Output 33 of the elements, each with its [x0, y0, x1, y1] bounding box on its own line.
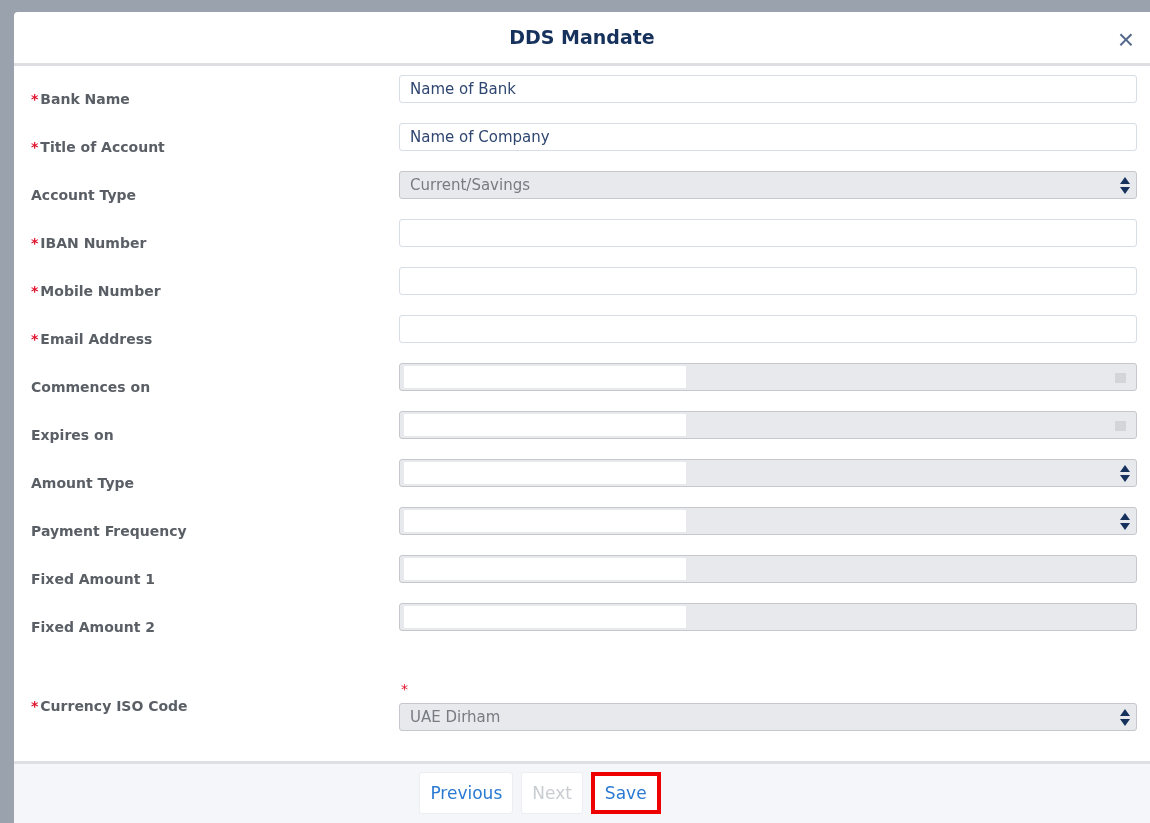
field-label: Bank Name: [40, 90, 130, 107]
footer-button[interactable]: Previous: [419, 772, 514, 815]
field-label: Payment Frequency: [31, 522, 187, 539]
field-label: Mobile Number: [40, 282, 161, 299]
required-mark: *: [31, 90, 39, 107]
field-label: Expires on: [31, 426, 114, 443]
spinner-arrows-icon: [1120, 176, 1130, 194]
spinner-arrows-icon: [1120, 512, 1130, 530]
input-field[interactable]: Name of Company: [399, 122, 1137, 151]
field-label: Fixed Amount 1: [31, 570, 156, 587]
field-label: Amount Type: [31, 474, 135, 491]
input-field[interactable]: [399, 218, 1137, 247]
highlighted-button[interactable]: Save: [590, 772, 661, 815]
spinner-arrows-icon: [1120, 464, 1130, 482]
field-label: Account Type: [31, 186, 137, 203]
field-label: Title of Account: [40, 138, 165, 155]
required-mark: *: [31, 330, 39, 347]
required-mark: *: [31, 234, 39, 251]
field-label: IBAN Number: [40, 234, 147, 251]
required-mark: *: [31, 138, 39, 155]
field-label: Fixed Amount 2: [31, 618, 156, 635]
input-field[interactable]: [399, 266, 1137, 295]
required-mark: *: [31, 697, 39, 714]
required-mark: *: [31, 282, 39, 299]
input-field[interactable]: [399, 314, 1137, 343]
input-field[interactable]: Name of Bank: [399, 74, 1137, 103]
spinner-arrows-icon: [1120, 708, 1130, 726]
field-label: Commences on: [31, 378, 151, 395]
field-label: Currency ISO Code: [40, 697, 188, 714]
field-label: Email Address: [40, 330, 153, 347]
close-button[interactable]: ×: [1113, 26, 1138, 54]
required-mark: *: [400, 680, 408, 699]
dialog-title: DDS Mandate: [509, 26, 655, 49]
